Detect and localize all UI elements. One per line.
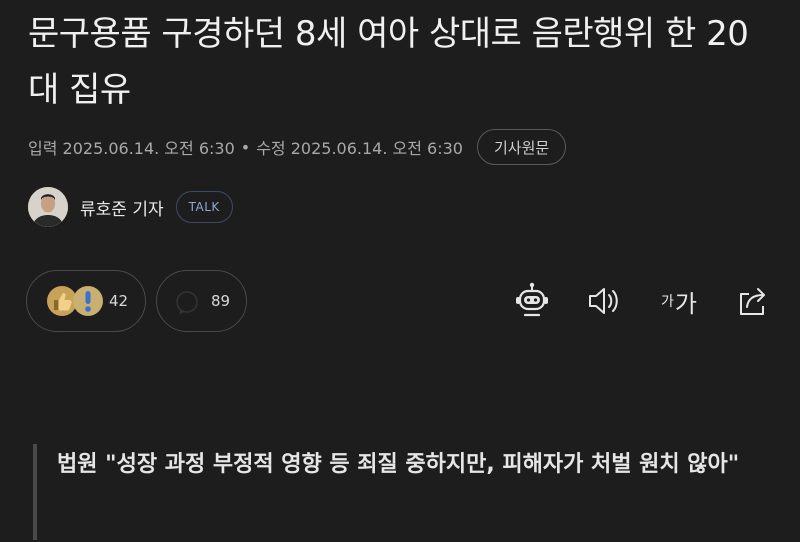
talk-button[interactable]: TALK: [175, 191, 233, 223]
modified-date: 수정 2025.06.14. 오전 6:30: [256, 139, 463, 158]
exclamation-icon: [71, 284, 105, 322]
share-icon: [740, 288, 765, 315]
published-date: 입력 2025.06.14. 오전 6:30: [28, 139, 235, 158]
avatar[interactable]: [28, 187, 68, 227]
ai-summary-robot-button[interactable]: [509, 278, 555, 324]
speaker-icon: [589, 288, 618, 314]
article-toolbar: 가가: [505, 278, 775, 324]
share-button[interactable]: [731, 278, 775, 324]
meta-separator: •: [240, 137, 251, 157]
article-meta: 입력 2025.06.14. 오전 6:30 • 수정 2025.06.14. …: [28, 129, 567, 165]
read-aloud-button[interactable]: [583, 278, 623, 324]
like-count: 42: [109, 292, 129, 310]
article-title: 문구용품 구경하던 8세 여아 상대로 음란행위 한 20대 집유: [28, 14, 749, 110]
comment-button[interactable]: 89: [156, 270, 247, 332]
comment-count: 89: [211, 292, 231, 310]
reporter-info: 류호준 기자 TALK: [28, 187, 233, 227]
original-article-button[interactable]: 기사원문: [476, 129, 567, 165]
comment-icon: [175, 290, 199, 318]
robot-icon: [516, 282, 548, 317]
article-subheadline: 법원 "성장 과정 부정적 영향 등 죄질 중하지만, 피해자가 처벌 원치 않…: [33, 444, 753, 540]
font-size-small-label: 가: [661, 294, 674, 310]
reaction-like-button[interactable]: 42: [26, 270, 146, 332]
font-size-large-label: 가: [674, 289, 697, 318]
reporter-name[interactable]: 류호준 기자: [80, 195, 164, 220]
font-size-button[interactable]: 가가: [657, 278, 701, 324]
